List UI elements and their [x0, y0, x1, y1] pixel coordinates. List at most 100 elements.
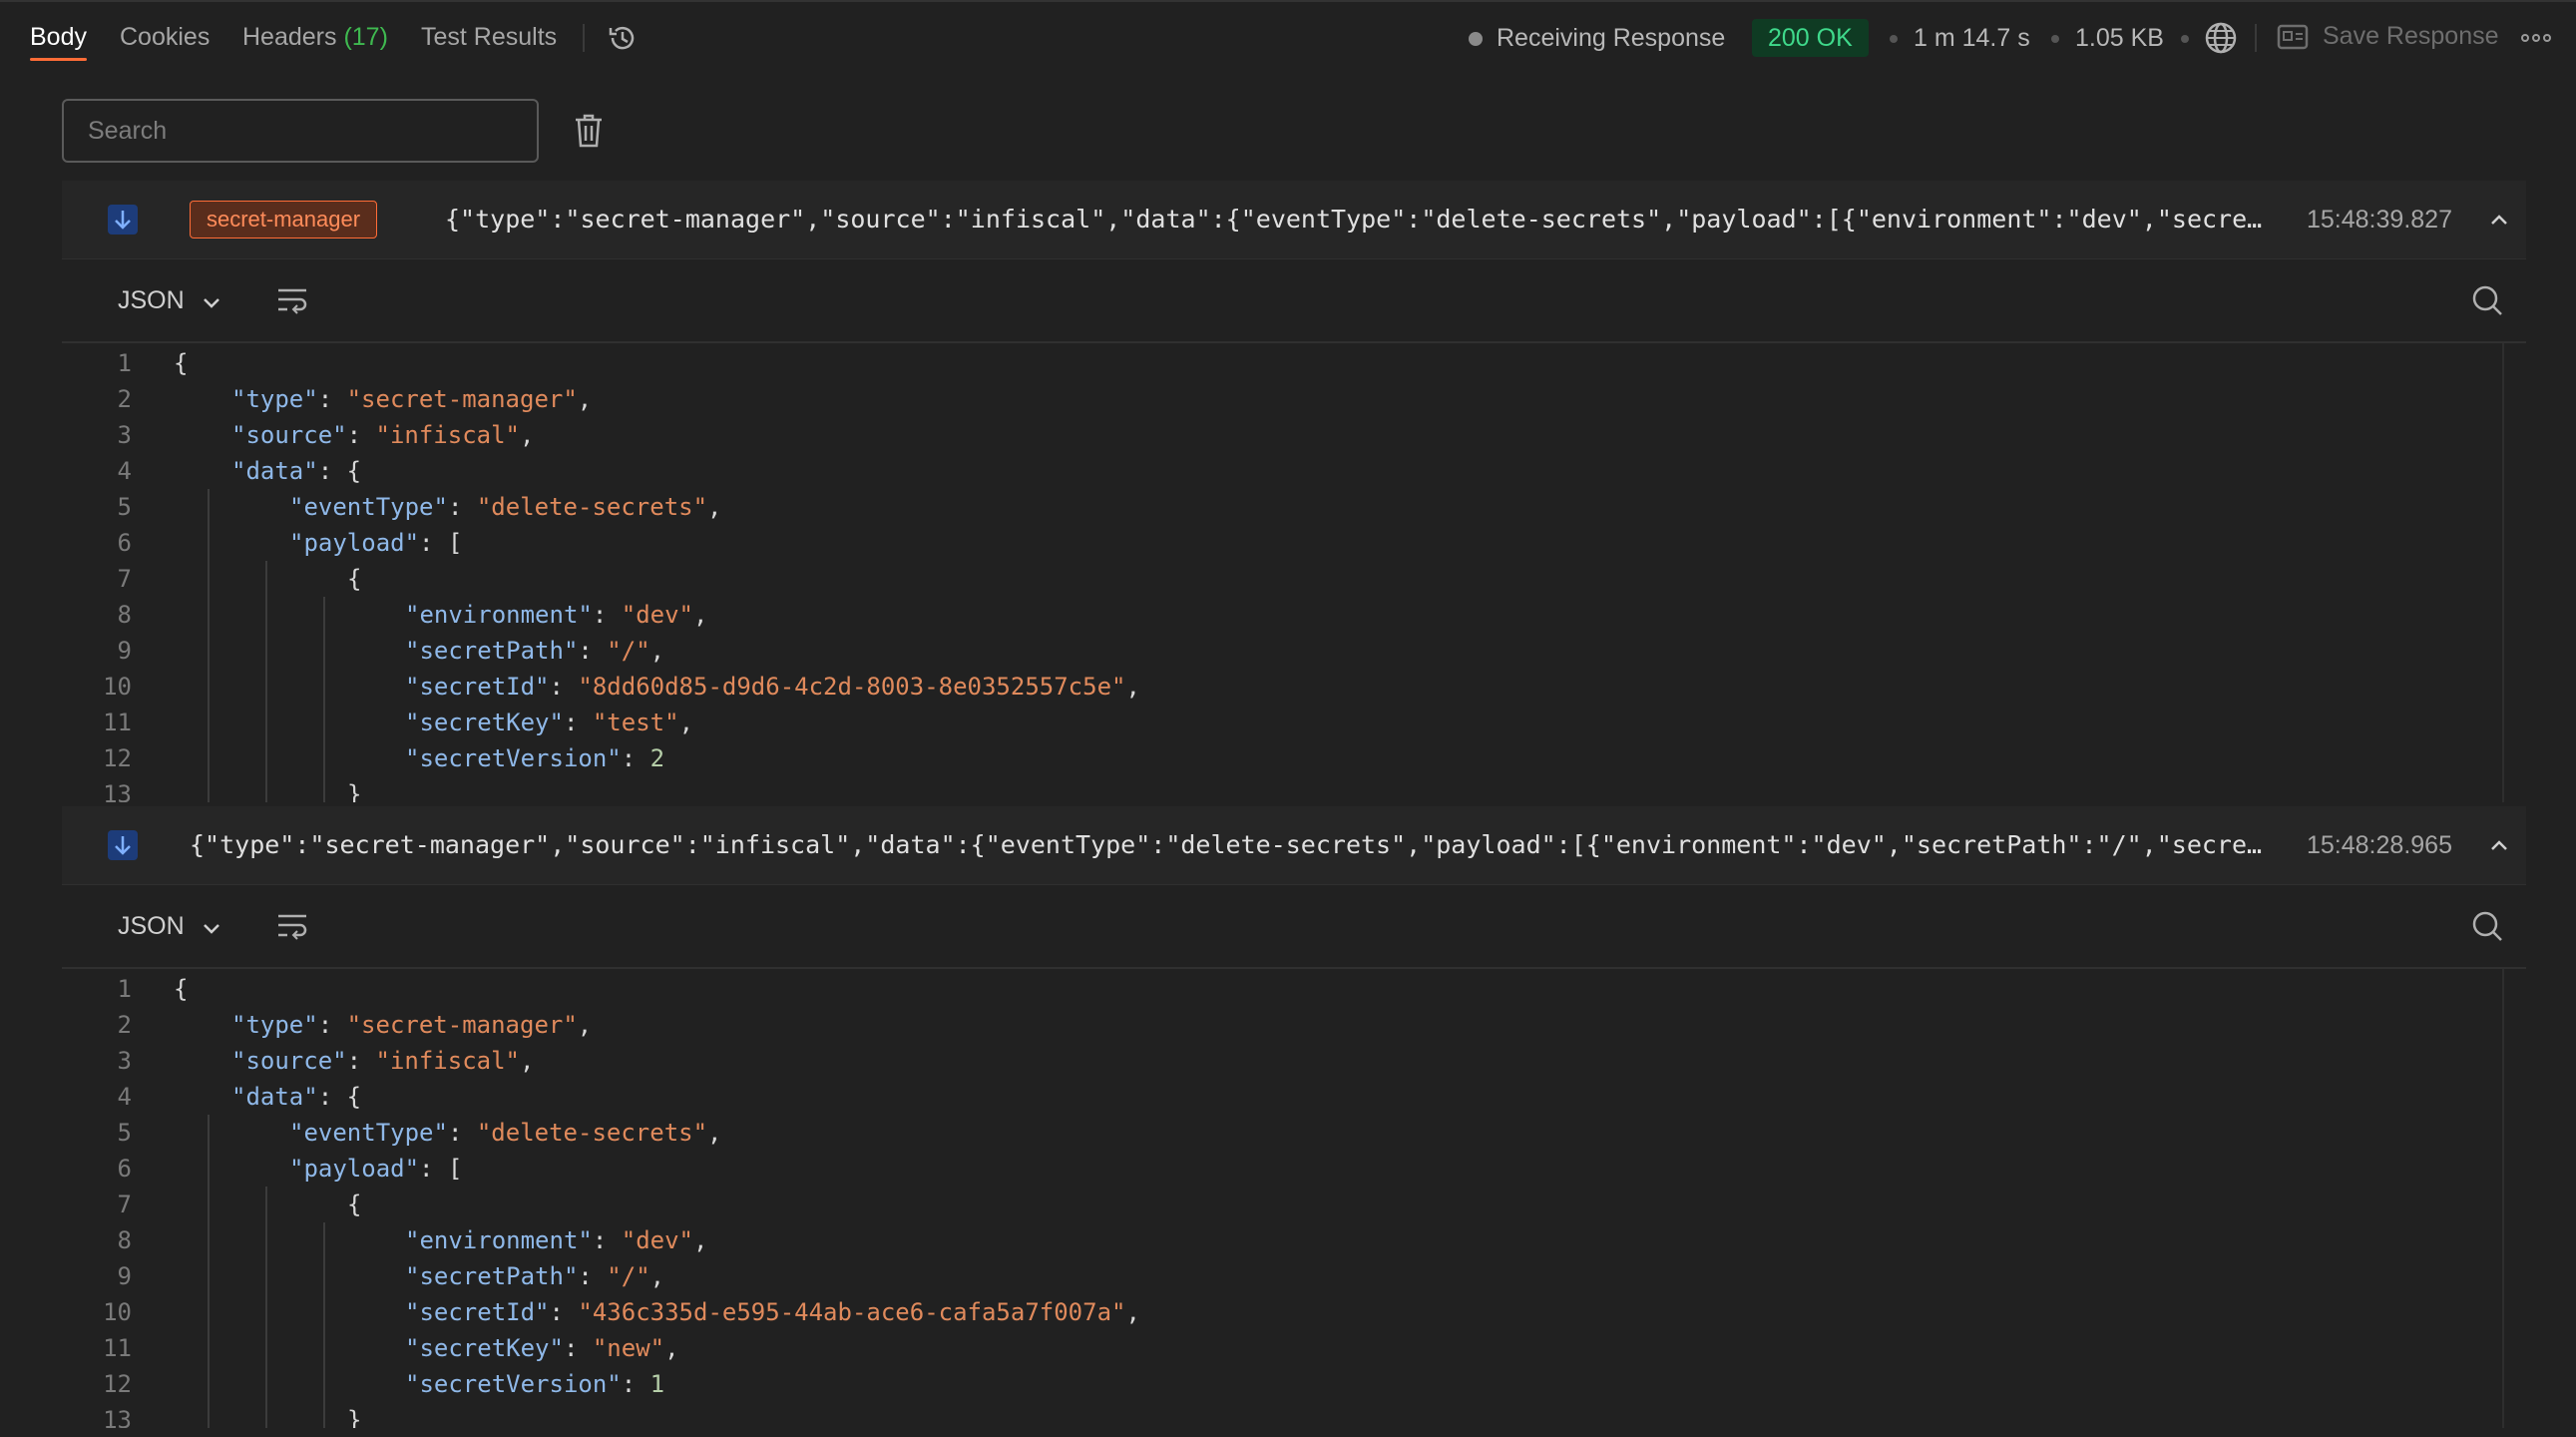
tab-test-results[interactable]: Test Results [421, 22, 557, 58]
json-punct: : [ [419, 1155, 463, 1183]
json-string: "delete-secrets" [476, 493, 708, 521]
json-string: "436c335d-e595-44ab-ace6-cafa5a7f007a" [578, 1298, 1126, 1326]
response-time[interactable]: 1 m 14.7 s [1914, 23, 2030, 53]
tab-headers[interactable]: Headers (17) [242, 22, 388, 58]
json-key: "secretVersion" [405, 1370, 622, 1398]
code-text: "secretVersion": 1 [405, 1370, 665, 1398]
response-size[interactable]: 1.05 KB [2075, 23, 2164, 53]
json-key: "secretVersion" [405, 744, 622, 772]
line-number: 9 [117, 637, 132, 665]
tab-body[interactable]: Body [30, 22, 87, 61]
json-bracket: } [347, 780, 362, 802]
code-line: 4 "data": { [62, 1079, 2496, 1115]
search-icon[interactable] [2470, 909, 2504, 943]
code-line: 5 "eventType": "delete-secrets", [62, 489, 2496, 525]
separator-dot [1890, 35, 1898, 43]
code-text: { [347, 561, 361, 597]
line-number: 1 [117, 349, 132, 377]
json-punct: : { [317, 1083, 362, 1111]
json-string: "delete-secrets" [476, 1119, 708, 1147]
json-string: "/" [607, 1262, 650, 1290]
json-comma: , [693, 1226, 708, 1254]
separator-dot [2051, 35, 2059, 43]
json-key: "eventType" [289, 1119, 448, 1147]
json-viewer[interactable]: 1{2 "type": "secret-manager", 3 "source": "… [62, 969, 2526, 1428]
code-text: } [347, 776, 361, 802]
json-comma: , [678, 709, 694, 736]
code-line: 12 "secretVersion": 2 [62, 740, 2496, 776]
more-icon[interactable] [2520, 24, 2552, 52]
code-text: { [174, 345, 188, 381]
save-response-button[interactable]: Save Response [2323, 21, 2499, 51]
code-text: "environment": "dev", [405, 1226, 708, 1254]
line-number: 10 [103, 673, 132, 701]
save-icon [2277, 24, 2309, 50]
json-comma: , [1125, 1298, 1140, 1326]
json-key: "type" [231, 1011, 318, 1039]
line-number: 11 [103, 1334, 132, 1362]
receiving-status: Receiving Response [1497, 24, 1726, 52]
tab-cookies[interactable]: Cookies [120, 22, 210, 58]
line-number: 10 [103, 1298, 132, 1326]
code-text: "eventType": "delete-secrets", [289, 493, 722, 521]
wrap-icon[interactable] [275, 911, 309, 941]
tab-headers-label: Headers [242, 23, 337, 51]
json-comma: , [707, 1119, 722, 1147]
globe-icon[interactable] [2203, 20, 2239, 56]
response-toolbar: Body Cookies Headers (17) Test Results R… [0, 0, 2576, 70]
json-comma: , [693, 601, 708, 629]
chevron-up-icon[interactable] [2484, 830, 2514, 860]
line-number: 13 [103, 1406, 132, 1428]
line-number: 6 [117, 1155, 132, 1183]
message-header[interactable]: {"type":"secret-manager","source":"infis… [62, 806, 2526, 885]
code-line: 7{ [62, 561, 2496, 597]
code-text: "eventType": "delete-secrets", [289, 1119, 722, 1147]
code-line: 13} [62, 776, 2496, 802]
json-comma: , [664, 1334, 679, 1362]
json-key: "data" [231, 457, 318, 485]
code-line: 8 "environment": "dev", [62, 597, 2496, 633]
json-key: "payload" [289, 529, 420, 557]
line-number: 4 [117, 1083, 132, 1111]
wrap-icon[interactable] [275, 285, 309, 315]
json-key: "secretKey" [405, 1334, 564, 1362]
code-line: 1{ [62, 971, 2496, 1007]
code-line: 9 "secretPath": "/", [62, 633, 2496, 669]
format-select[interactable]: JSON [118, 283, 221, 317]
line-number: 12 [103, 1370, 132, 1398]
message-summary: {"type":"secret-manager","source":"infis… [445, 205, 2277, 234]
line-number: 8 [117, 1226, 132, 1254]
divider [2255, 24, 2257, 52]
chevron-up-icon[interactable] [2484, 205, 2514, 235]
json-comma: , [577, 1011, 593, 1039]
search-icon[interactable] [2470, 283, 2504, 317]
format-label: JSON [118, 286, 185, 314]
status-badge[interactable]: 200 OK [1752, 19, 1869, 57]
arrow-down-icon [108, 205, 138, 235]
code-text: "secretId": "436c335d-e595-44ab-ace6-caf… [405, 1298, 1140, 1326]
code-line: 12 "secretVersion": 1 [62, 1366, 2496, 1402]
json-key: "source" [231, 1047, 347, 1075]
history-icon[interactable] [605, 20, 641, 56]
trash-icon[interactable] [573, 112, 605, 150]
chevron-down-icon [202, 910, 221, 944]
json-viewer[interactable]: 1{2 "type": "secret-manager", 3 "source": "… [62, 343, 2526, 802]
line-number: 8 [117, 601, 132, 629]
message-timestamp: 15:48:39.827 [2307, 206, 2452, 234]
message-summary: {"type":"secret-manager","source":"infis… [190, 830, 2277, 859]
code-line: 3 "source": "infiscal", [62, 1043, 2496, 1079]
json-bracket: { [174, 349, 189, 377]
message-header[interactable]: secret-manager {"type":"secret-manager",… [62, 181, 2526, 259]
format-select[interactable]: JSON [118, 909, 221, 943]
search-input[interactable] [62, 99, 539, 163]
scrollbar[interactable] [2502, 343, 2504, 802]
code-text: } [347, 1402, 361, 1428]
json-comma: , [520, 421, 535, 449]
line-number: 12 [103, 744, 132, 772]
code-line: 1{ [62, 345, 2496, 381]
line-number: 7 [117, 565, 132, 593]
json-number: 2 [649, 744, 665, 772]
code-text: "environment": "dev", [405, 601, 708, 629]
json-key: "type" [231, 385, 318, 413]
scrollbar[interactable] [2502, 969, 2504, 1428]
